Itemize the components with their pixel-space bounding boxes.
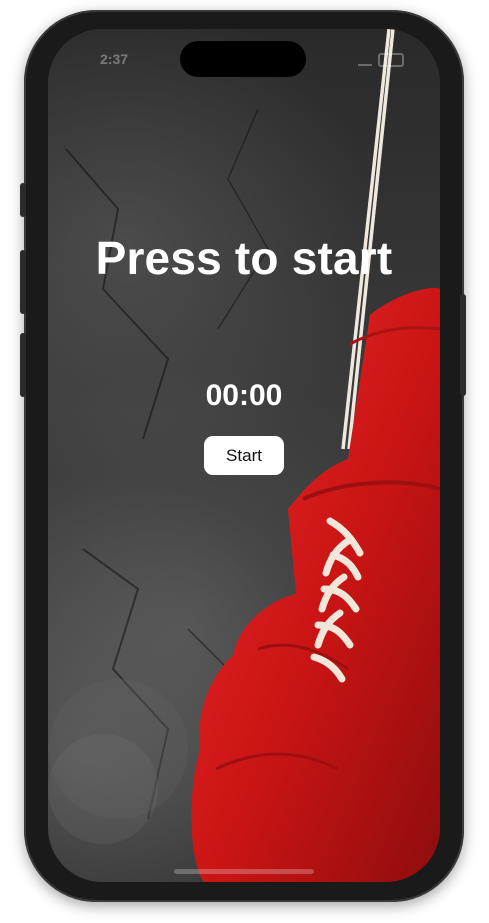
signal-icon	[358, 54, 372, 66]
side-button-action	[20, 183, 26, 217]
app-screen: 2:37 Press to start 00:00 Start	[48, 29, 440, 882]
side-button-volume-up	[20, 250, 26, 314]
side-button-power	[460, 294, 466, 396]
dynamic-island	[180, 41, 306, 77]
status-icons	[358, 53, 404, 67]
battery-icon	[378, 53, 404, 67]
status-time: 2:37	[100, 51, 129, 67]
side-button-volume-down	[20, 333, 26, 397]
timer-display: 00:00	[205, 379, 283, 412]
page-title: Press to start	[95, 232, 393, 284]
start-button[interactable]: Start	[204, 436, 284, 475]
home-indicator	[174, 869, 314, 874]
